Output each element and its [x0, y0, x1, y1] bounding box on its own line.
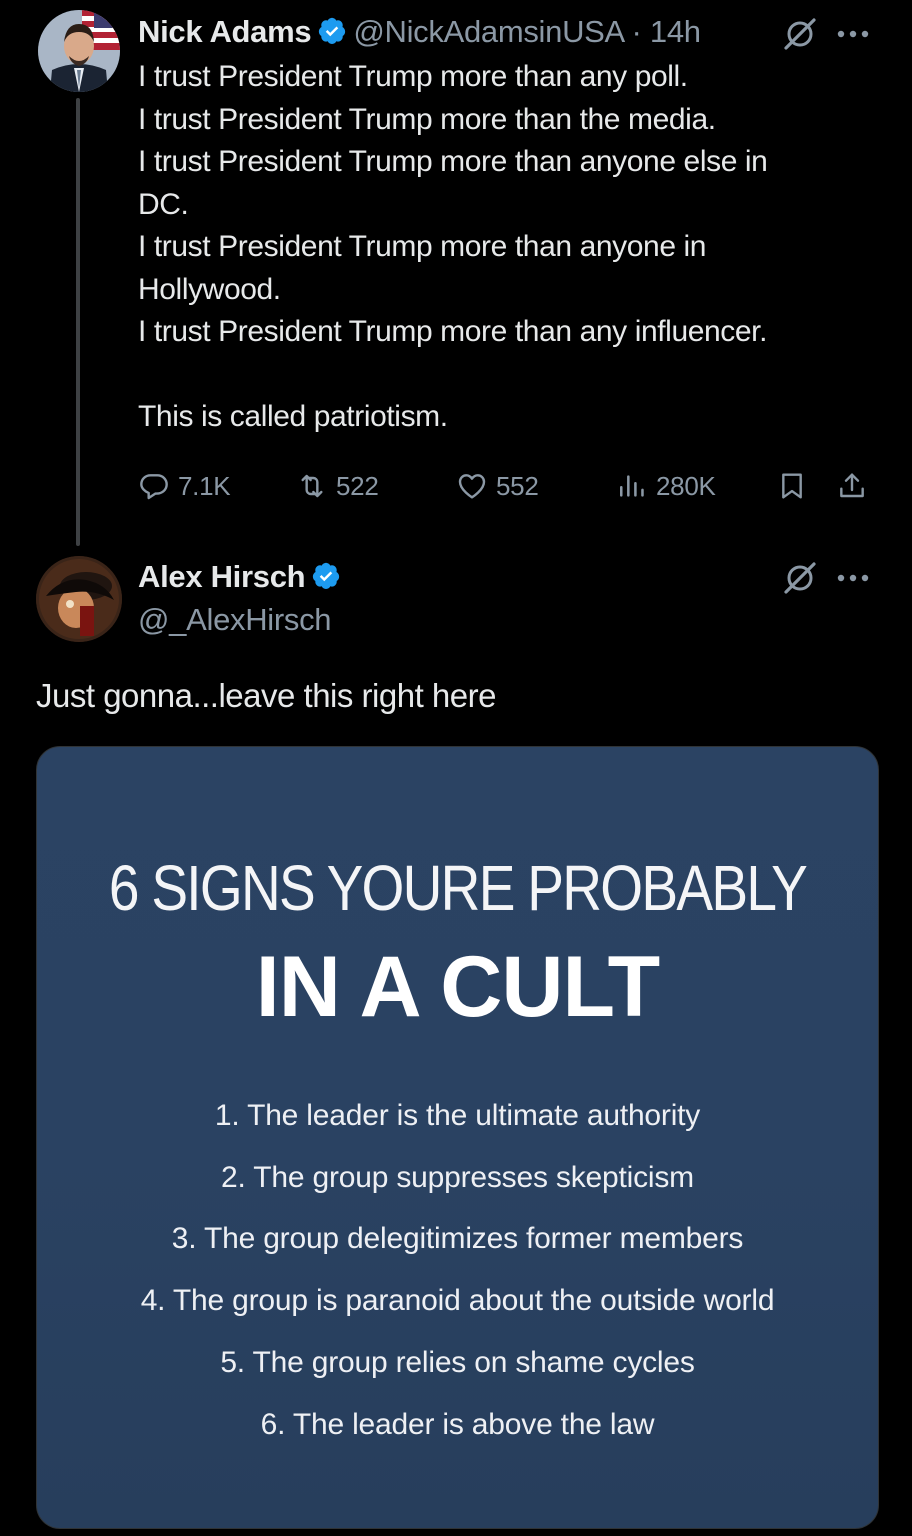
avatar-photo-icon: [36, 556, 122, 642]
tweet1-time[interactable]: 14h: [650, 14, 701, 49]
tweet1-separator: ·: [631, 14, 642, 49]
tweet1-line: I trust President Trump more than anyone…: [138, 145, 768, 178]
like-button[interactable]: 552: [456, 466, 539, 506]
tweet1-line: I trust President Trump more than the me…: [138, 102, 716, 136]
image-list-item: 3. The group delegitimizes former member…: [171, 1222, 744, 1256]
tweet1-header: Nick Adams @NickAdamsinUSA · 14h: [138, 12, 701, 58]
avatar-photo-icon: [38, 10, 120, 92]
like-count: 552: [496, 470, 539, 501]
more-options-icon[interactable]: [836, 28, 870, 40]
tweet1-line: DC.: [138, 187, 189, 221]
retweet-icon: [301, 474, 323, 498]
image-heading-line2: IN A CULT: [255, 939, 660, 1035]
retweet-button[interactable]: 522: [296, 466, 379, 506]
image-list-item: 4. The group is paranoid about the outsi…: [140, 1284, 775, 1318]
tweet1-closing-line: This is called patriotism.: [138, 400, 448, 433]
nick-adams-avatar[interactable]: [38, 10, 120, 92]
tweet1-line: Hollywood.: [138, 272, 281, 306]
verified-badge-icon: [313, 562, 340, 590]
tweet2-author-name[interactable]: Alex Hirsch: [138, 559, 306, 594]
attached-image-card[interactable]: 6 SIGNS YOURE PROBABLY IN A CULT 1. The …: [36, 746, 879, 1529]
image-list-item: 2. The group suppresses skepticism: [221, 1160, 694, 1194]
views-icon: [620, 475, 644, 497]
reply-icon: [140, 474, 168, 500]
reply-button[interactable]: 7.1K: [138, 466, 231, 506]
image-list-item: 5. The group relies on shame cycles: [220, 1345, 695, 1379]
alex-hirsch-avatar[interactable]: [36, 556, 122, 642]
tweet2-handle[interactable]: @_AlexHirsch: [138, 600, 332, 640]
reply-count: 7.1K: [178, 470, 231, 501]
tweet1-text: I trust President Trump more than any po…: [138, 56, 878, 439]
image-heading-line1: 6 SIGNS YOURE PROBABLY: [108, 852, 808, 924]
image-list-item: 1. The leader is the ultimate authority: [214, 1099, 701, 1132]
share-button[interactable]: [836, 466, 868, 506]
share-icon: [840, 473, 864, 498]
image-list-item: 6. The leader is above the law: [260, 1407, 655, 1441]
thread-connector-line: [76, 98, 80, 546]
grok-icon[interactable]: [782, 16, 818, 52]
more-options-icon[interactable]: [836, 572, 870, 584]
like-icon: [458, 474, 486, 499]
bookmark-button[interactable]: [776, 466, 808, 506]
bookmark-icon: [782, 473, 802, 499]
tweet2-text: Just gonna...leave this right here: [36, 677, 496, 714]
tweet1-author-name[interactable]: Nick Adams: [138, 14, 312, 49]
grok-icon[interactable]: [782, 560, 818, 596]
views-count: 280K: [656, 470, 716, 501]
tweet2-name-row: Alex Hirsch: [138, 556, 341, 604]
tweet1-handle[interactable]: @NickAdamsinUSA: [353, 14, 623, 49]
retweet-count: 522: [336, 470, 379, 501]
views-button[interactable]: 280K: [616, 466, 716, 506]
image-signs-list: 1. The leader is the ultimate authority …: [37, 1085, 878, 1455]
tweet1-line: I trust President Trump more than any po…: [138, 60, 688, 93]
tweet1-line: I trust President Trump more than anyone…: [138, 230, 707, 263]
verified-badge-icon: [319, 17, 346, 45]
tweet1-line: I trust President Trump more than any in…: [138, 315, 768, 348]
